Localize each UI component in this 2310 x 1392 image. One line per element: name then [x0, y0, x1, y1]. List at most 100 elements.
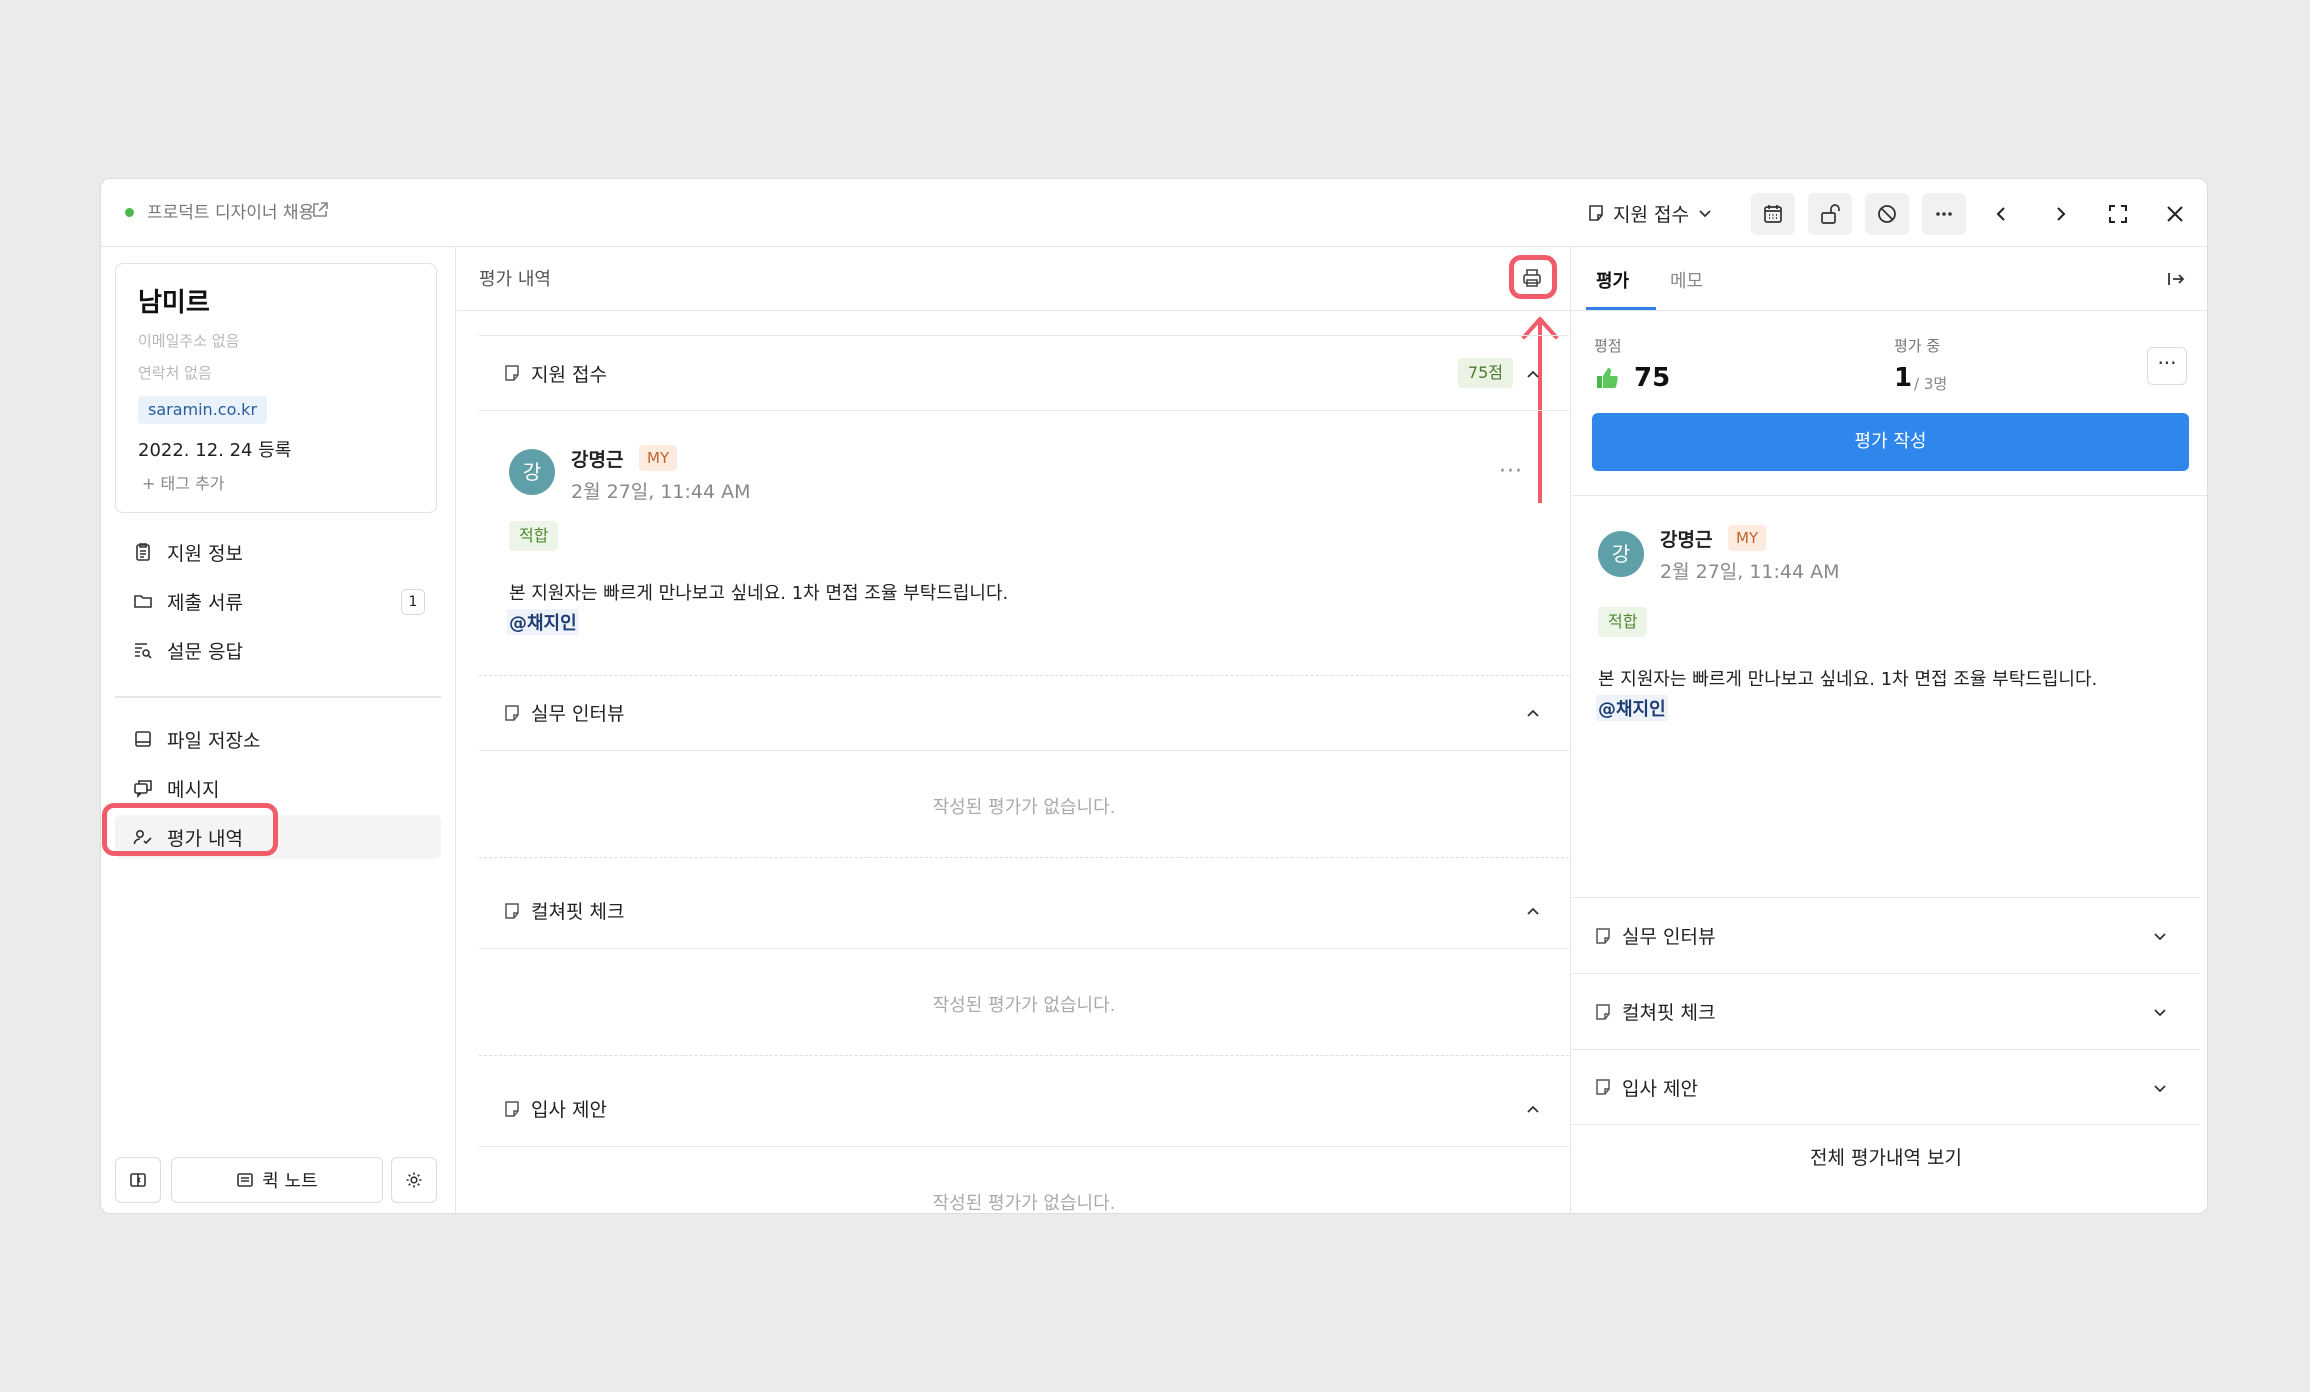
top-bar: 프로덕트 디자이너 채용 지원 접수 [101, 179, 2207, 247]
verdict-badge: 적합 [1598, 607, 1648, 637]
side-section-title: 컬쳐핏 체크 [1622, 1002, 1716, 1024]
fullscreen-button[interactable] [2096, 193, 2140, 235]
profile-card: 남미르 이메일주소 없음 연락처 없음 saramin.co.kr 2022. … [115, 263, 437, 513]
block-button[interactable] [1865, 193, 1909, 235]
section-title: 컬쳐핏 체크 [531, 901, 625, 923]
evaluation-more-button[interactable]: ··· [2147, 347, 2187, 385]
memo-icon [1587, 204, 1605, 222]
quick-note-button[interactable]: 퀵 노트 [171, 1157, 383, 1203]
verdict-badge: 적합 [509, 521, 559, 551]
view-all-evaluations-link[interactable]: 전체 평가내역 보기 [1572, 1143, 2200, 1170]
evaluation-history-panel: 평가 내역 지원 접수 75점 강 강명근 MY 2월 27일, 11:44 A… [457, 247, 1571, 1213]
nav-label: 지원 정보 [167, 542, 243, 565]
external-link-icon[interactable] [311, 201, 329, 219]
note-icon [236, 1171, 254, 1189]
section-divider [479, 1055, 1569, 1056]
score-value: 75 [1634, 363, 1671, 393]
memo-icon [503, 902, 521, 920]
previous-button[interactable] [1980, 193, 2024, 235]
documents-count-badge: 1 [401, 589, 425, 615]
score-badge: 75점 [1457, 358, 1513, 388]
nav-label: 설문 응답 [167, 640, 243, 663]
comment-time: 2월 27일, 11:44 AM [571, 481, 751, 503]
stage-dropdown[interactable]: 지원 접수 [1587, 197, 1713, 229]
section-header[interactable]: 컬쳐핏 체크 [479, 873, 1569, 949]
section-header[interactable]: 실무 인터뷰 [479, 675, 1569, 751]
evaluations-highlight [102, 803, 278, 856]
registered-date-value: 2022. 12. 24 [138, 440, 253, 461]
next-button[interactable] [2038, 193, 2082, 235]
thumbs-up-icon [1594, 365, 1620, 391]
gear-icon [404, 1170, 424, 1190]
close-button[interactable] [2153, 193, 2197, 235]
chevron-down-icon [2152, 1004, 2168, 1020]
chevron-up-icon[interactable] [1525, 903, 1541, 919]
chevron-down-icon [2152, 928, 2168, 944]
folder-icon [133, 591, 153, 611]
layout-toggle-button[interactable] [115, 1157, 161, 1203]
mention[interactable]: @채지인 [1596, 695, 1668, 721]
section-title: 지원 접수 [531, 363, 607, 386]
panel-title: 평가 내역 [479, 269, 551, 290]
nav-item-file-storage[interactable]: 파일 저장소 [115, 717, 441, 761]
memo-icon [1594, 1003, 1612, 1021]
empty-message: 작성된 평가가 없습니다. [932, 797, 1116, 818]
nav-label: 파일 저장소 [167, 729, 261, 752]
section-title: 실무 인터뷰 [531, 703, 625, 725]
evaluation-side-panel: 평가 메모 평점 75 평가 중 1 / 3명 ··· 평가 작성 강 강명근 … [1572, 247, 2207, 1213]
source-chip: saramin.co.kr [138, 396, 268, 424]
comment-more-icon[interactable]: ··· [1499, 459, 1523, 484]
chevron-up-icon[interactable] [1525, 366, 1541, 382]
applicant-phone: 연락처 없음 [138, 364, 212, 382]
applicant-window: 프로덕트 디자이너 채용 지원 접수 남미르 이메일주소 없음 연락처 없음 s… [100, 178, 2208, 1214]
nav-item-documents[interactable]: 제출 서류 1 [115, 579, 441, 623]
panel-icon [128, 1170, 148, 1190]
nav-item-survey[interactable]: 설문 응답 [115, 628, 441, 672]
chevron-up-icon[interactable] [1525, 1101, 1541, 1117]
nav-item-application-info[interactable]: 지원 정보 [115, 530, 441, 574]
chevron-down-icon [2152, 1080, 2168, 1096]
section-header[interactable]: 지원 접수 75점 [479, 335, 1569, 411]
write-evaluation-button[interactable]: 평가 작성 [1592, 413, 2189, 471]
side-section-interview[interactable]: 실무 인터뷰 [1572, 897, 2200, 973]
avatar: 강 [1598, 531, 1644, 577]
section-header[interactable]: 입사 제안 [479, 1071, 1569, 1147]
side-section-offer[interactable]: 입사 제안 [1572, 1049, 2200, 1125]
more-options-button[interactable] [1922, 193, 1966, 235]
progress-count: 1 [1894, 363, 1913, 393]
storage-icon [133, 729, 153, 749]
settings-button[interactable] [391, 1157, 437, 1203]
side-tabs: 평가 메모 [1572, 247, 2207, 311]
divider [1572, 495, 2207, 496]
side-section-title: 입사 제안 [1622, 1077, 1698, 1100]
registered-date: 2022. 12. 24 등록 [138, 436, 291, 462]
side-section-culture-fit[interactable]: 컬쳐핏 체크 [1572, 973, 2200, 1049]
add-tag-button[interactable]: + 태그 추가 [142, 470, 224, 494]
side-section-title: 실무 인터뷰 [1622, 926, 1716, 948]
my-tag: MY [1728, 525, 1767, 551]
calendar-button[interactable] [1751, 193, 1795, 235]
collapse-panel-icon[interactable] [2166, 269, 2186, 289]
avatar: 강 [509, 449, 555, 495]
expand-icon [2107, 203, 2129, 225]
tab-memo[interactable]: 메모 [1670, 267, 1703, 293]
unlock-button[interactable] [1808, 193, 1852, 235]
author-name: 강명근 [571, 449, 624, 471]
tab-evaluation[interactable]: 평가 [1596, 267, 1629, 293]
memo-icon [1594, 927, 1612, 945]
chevron-up-icon[interactable] [1525, 705, 1541, 721]
memo-icon [1594, 1078, 1612, 1096]
unlock-icon [1819, 203, 1841, 225]
comment-time: 2월 27일, 11:44 AM [1660, 561, 1840, 583]
mention[interactable]: @채지인 [507, 609, 579, 635]
nav-label: 메시지 [167, 778, 220, 801]
comment-text: 본 지원자는 빠르게 만나보고 싶네요. 1차 면접 조율 부탁드립니다. [509, 583, 1009, 604]
score-label: 평점 [1594, 337, 1622, 355]
applicant-email: 이메일주소 없음 [138, 332, 240, 350]
stage-label: 지원 접수 [1613, 203, 1689, 226]
progress-total: / 3명 [1914, 375, 1948, 393]
print-highlight [1509, 255, 1557, 299]
job-posting-title[interactable]: 프로덕트 디자이너 채용 [147, 199, 314, 227]
author-name: 강명근 [1660, 529, 1713, 551]
status-dot [125, 208, 134, 217]
